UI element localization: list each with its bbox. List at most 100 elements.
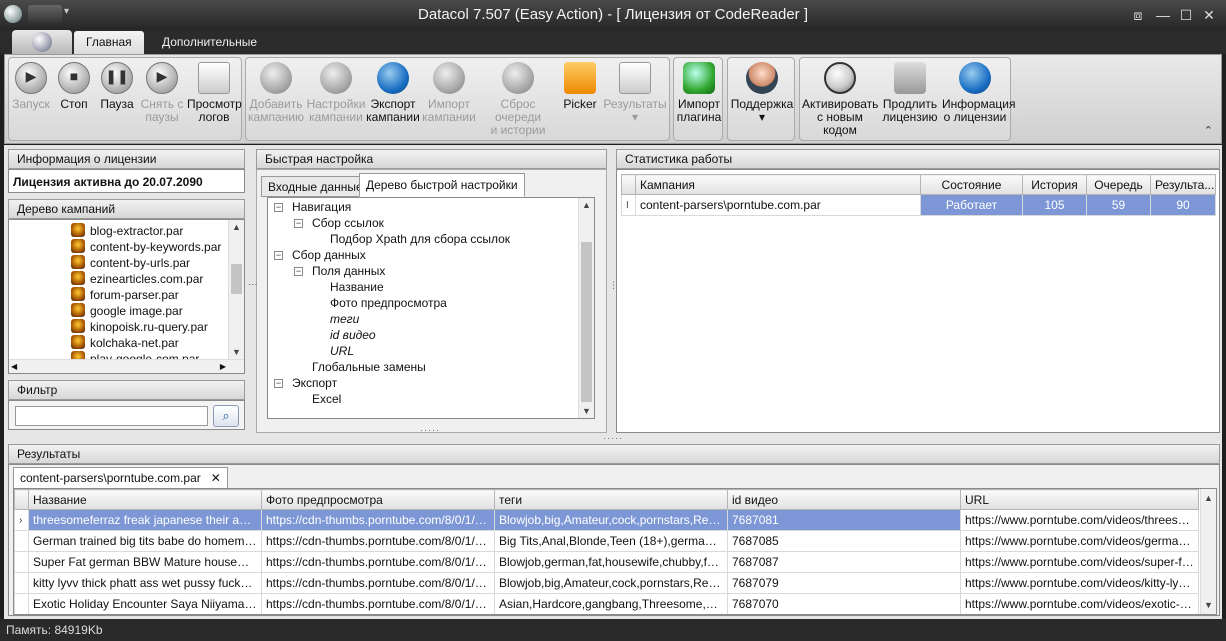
col-title[interactable]: Название	[28, 489, 262, 510]
scroll-up-icon[interactable]: ▲	[229, 222, 244, 232]
cell-preview-photo[interactable]: https://cdn-thumbs.porntube.com/8/0/1/4/…	[261, 593, 495, 614]
cell-url[interactable]: https://www.porntube.com/videos/german-t…	[960, 530, 1199, 552]
col-campaign[interactable]: Кампания	[635, 174, 921, 195]
cell-video-id[interactable]: 7687085	[727, 530, 961, 552]
add-campaign-button[interactable]: Добавить кампанию	[246, 62, 306, 124]
collapse-icon[interactable]: −	[274, 203, 283, 212]
pause-button[interactable]: ❚❚ Пауза	[97, 62, 137, 111]
splitter-handle[interactable]: ⋮	[609, 280, 619, 291]
maximize-button[interactable]: ☐	[1175, 5, 1197, 25]
table-row[interactable]: Exotic Holiday Encounter Saya Niiyama Or…	[14, 593, 1199, 614]
close-button[interactable]: ✕	[1198, 5, 1220, 25]
tab-main[interactable]: Главная	[74, 31, 144, 54]
col-url[interactable]: URL	[960, 489, 1199, 510]
scroll-thumb[interactable]	[231, 264, 242, 294]
splitter-handle[interactable]: ⋮	[248, 280, 258, 290]
unpause-button[interactable]: ▶ Снять с паузы	[139, 62, 185, 124]
collapse-icon[interactable]: −	[294, 267, 303, 276]
stats-history[interactable]: 105	[1022, 194, 1087, 216]
cell-tags[interactable]: Blowjob,big,Amateur,cock,pornstars,Reali…	[494, 509, 728, 531]
app-menu-button[interactable]	[12, 30, 72, 54]
filter-input[interactable]	[15, 406, 208, 426]
scroll-left-icon[interactable]: ◀	[11, 362, 17, 371]
col-tags[interactable]: теги	[494, 489, 728, 510]
cell-preview-photo[interactable]: https://cdn-thumbs.porntube.com/8/0/1/4/…	[261, 530, 495, 552]
table-row[interactable]: German trained big tits babe do homemade…	[14, 530, 1199, 552]
tab-quick-tree[interactable]: Дерево быстрой настройки	[359, 173, 525, 197]
cell-video-id[interactable]: 7687081	[727, 509, 961, 531]
import-campaign-button[interactable]: Импорт кампании	[422, 62, 476, 124]
tree-node-navigation[interactable]: Навигация	[292, 199, 351, 215]
campaign-item[interactable]: google image.par	[71, 303, 183, 319]
results-button[interactable]: Результаты ▾	[602, 62, 668, 124]
cell-preview-photo[interactable]: https://cdn-thumbs.porntube.com/8/0/1/4/…	[261, 551, 495, 573]
campaign-settings-button[interactable]: Настройки кампании	[306, 62, 366, 124]
col-video-id[interactable]: id видео	[727, 489, 961, 510]
campaign-item[interactable]: kolchaka-net.par	[71, 335, 179, 351]
tree-node-excel[interactable]: Excel	[312, 391, 341, 407]
cell-title[interactable]: Super Fat german BBW Mature housewife wi…	[28, 551, 262, 573]
table-row[interactable]: › threesomeferraz freak japanese their a…	[14, 509, 1199, 531]
cell-title[interactable]: Exotic Holiday Encounter Saya Niiyama Or…	[28, 593, 262, 614]
cell-tags[interactable]: Blowjob,german,fat,housewife,chubby,fat …	[494, 551, 728, 573]
campaign-item[interactable]: content-by-keywords.par	[71, 239, 221, 255]
cell-title[interactable]: threesomeferraz freak japanese their anu…	[28, 509, 262, 531]
stats-campaign[interactable]: content-parsers\porntube.com.par	[635, 194, 921, 216]
tree-node-url[interactable]: URL	[330, 343, 354, 359]
restore-icon[interactable]: ⧈	[1127, 5, 1149, 25]
cell-tags[interactable]: Big Tits,Anal,Blonde,Teen (18+),german,a…	[494, 530, 728, 552]
campaign-item[interactable]: kinopoisk.ru-query.par	[71, 319, 208, 335]
quick-tree-scrollbar[interactable]: ▲ ▼	[578, 198, 594, 418]
tree-node-xpath[interactable]: Подбор Xpath для сбора ссылок	[330, 231, 510, 247]
run-button[interactable]: ▶ Запуск	[11, 62, 51, 111]
campaign-tree[interactable]: blog-extractor.par content-by-keywords.p…	[8, 219, 245, 374]
cell-video-id[interactable]: 7687070	[727, 593, 961, 614]
cell-url[interactable]: https://www.porntube.com/videos/kitty-ly…	[960, 572, 1199, 594]
cell-title[interactable]: German trained big tits babe do homemade…	[28, 530, 262, 552]
tree-node-data-collection[interactable]: Сбор данных	[292, 247, 366, 263]
cell-url[interactable]: https://www.porntube.com/videos/threesom…	[960, 509, 1199, 531]
collapse-ribbon-icon[interactable]: ⌃	[1204, 124, 1213, 137]
col-queue[interactable]: Очередь	[1086, 174, 1151, 195]
scroll-down-icon[interactable]: ▼	[229, 347, 244, 357]
tree-node-tags[interactable]: теги	[330, 311, 359, 327]
activate-button[interactable]: Активировать с новым кодом	[802, 62, 878, 137]
scroll-right-icon[interactable]: ▶	[220, 362, 226, 371]
scroll-up-icon[interactable]: ▲	[1201, 493, 1216, 503]
splitter-handle[interactable]: ·····	[420, 425, 440, 435]
export-campaign-button[interactable]: Экспорт кампании	[366, 62, 420, 124]
scroll-up-icon[interactable]: ▲	[579, 200, 594, 210]
quick-setup-tree[interactable]: − Навигация − Сбор ссылок Подбор Xpath д…	[267, 197, 595, 419]
cell-title[interactable]: kitty lyvv thick phatt ass wet pussy fuc…	[28, 572, 262, 594]
campaign-tree-scrollbar[interactable]: ▲ ▼	[228, 220, 244, 359]
cell-video-id[interactable]: 7687087	[727, 551, 961, 573]
minimize-button[interactable]: —	[1152, 5, 1174, 25]
collapse-icon[interactable]: −	[274, 251, 283, 260]
tree-node-link-collection[interactable]: Сбор ссылок	[312, 215, 384, 231]
reset-queue-button[interactable]: Сброс очереди и истории	[478, 62, 558, 137]
tree-node-video-id[interactable]: id видео	[330, 327, 376, 343]
table-row[interactable]: Super Fat german BBW Mature housewife wi…	[14, 551, 1199, 573]
results-grid[interactable]: Название Фото предпросмотра теги id виде…	[13, 488, 1217, 615]
stop-button[interactable]: ■ Стоп	[55, 62, 93, 111]
tree-node-global-replace[interactable]: Глобальные замены	[312, 359, 426, 375]
col-history[interactable]: История	[1022, 174, 1087, 195]
close-tab-icon[interactable]: ✕	[211, 468, 221, 488]
campaign-item[interactable]: content-by-urls.par	[71, 255, 190, 271]
tree-node-data-fields[interactable]: Поля данных	[312, 263, 385, 279]
results-tab[interactable]: content-parsers\porntube.com.par ✕	[13, 467, 228, 489]
col-preview-photo[interactable]: Фото предпросмотра	[261, 489, 495, 510]
filter-search-button[interactable]: ⌕	[213, 405, 239, 427]
splitter-handle[interactable]: ·····	[603, 433, 623, 443]
cell-tags[interactable]: Blowjob,big,Amateur,cock,pornstars,Reali…	[494, 572, 728, 594]
stats-results[interactable]: 90	[1150, 194, 1216, 216]
stats-queue[interactable]: 59	[1086, 194, 1151, 216]
table-row[interactable]: I content-parsers\porntube.com.par Работ…	[621, 194, 1216, 216]
license-info-button[interactable]: Информация о лицензии	[942, 62, 1015, 124]
tab-additional[interactable]: Дополнительные	[150, 31, 269, 54]
cell-tags[interactable]: Asian,Hardcore,gangbang,Threesome,Japan.…	[494, 593, 728, 614]
extend-license-button[interactable]: Продлить лицензию	[880, 62, 940, 124]
col-results[interactable]: Результа...	[1150, 174, 1216, 195]
cell-url[interactable]: https://www.porntube.com/videos/exotic-h…	[960, 593, 1199, 614]
collapse-icon[interactable]: −	[294, 219, 303, 228]
